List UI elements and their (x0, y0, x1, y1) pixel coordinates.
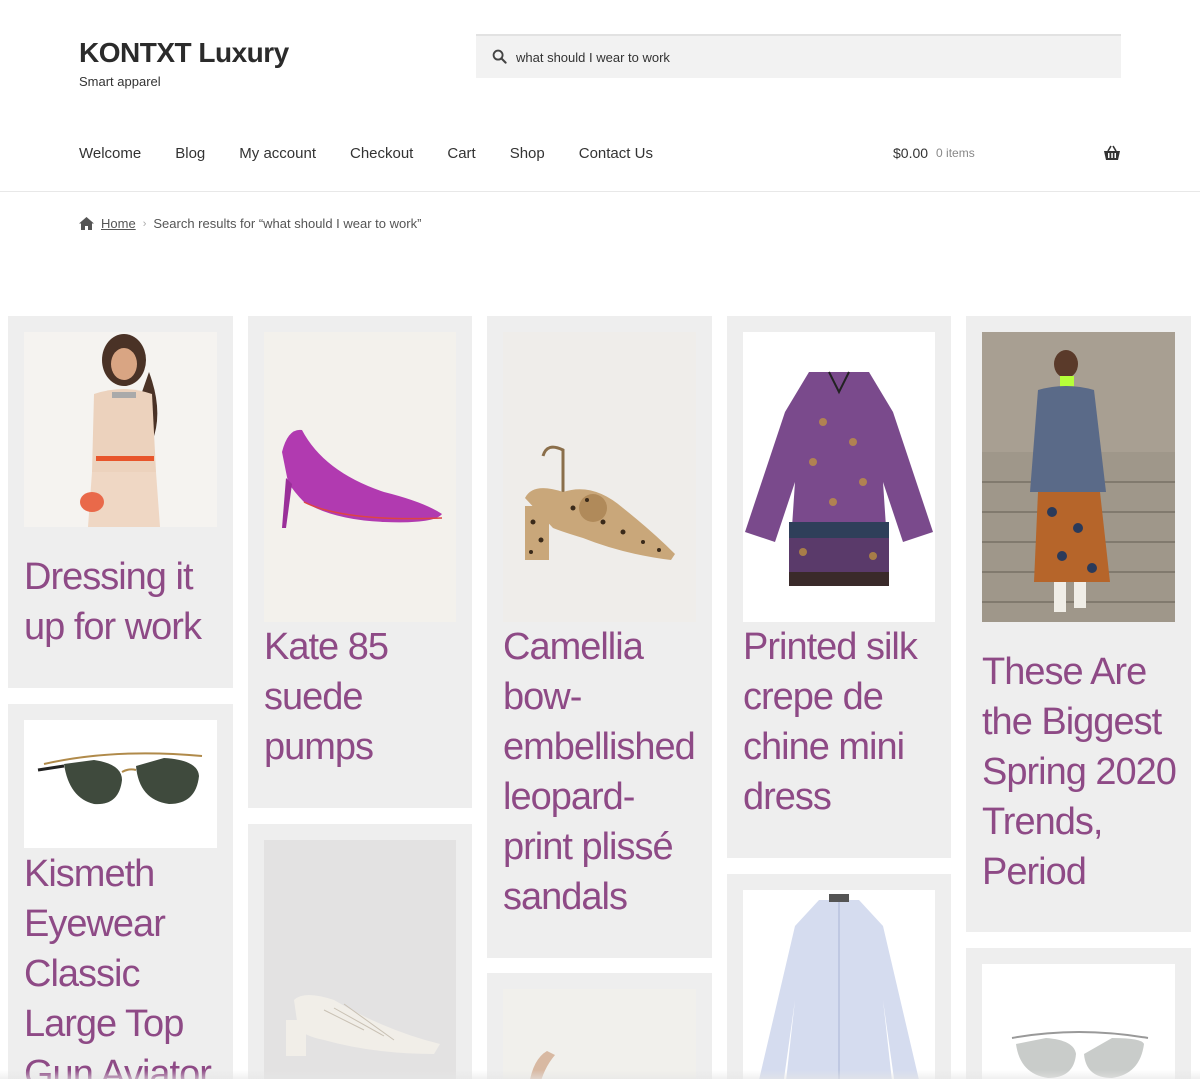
result-image-aviator-sunglasses[interactable] (24, 720, 217, 848)
result-image-purple-printed-dress[interactable] (743, 332, 935, 622)
primary-nav: Welcome Blog My account Checkout Cart Sh… (79, 145, 687, 162)
result-title[interactable]: Printed silk crepe de chine mini dress (743, 622, 943, 822)
result-image-street-style-woman-blazer[interactable] (982, 332, 1175, 622)
result-image-leopard-print-sandal[interactable] (503, 332, 696, 622)
result-image-light-blue-shirt-dress[interactable] (743, 890, 935, 1079)
search-input[interactable] (516, 49, 1076, 65)
result-title[interactable]: Kate 85 suede pumps (264, 622, 464, 772)
result-card[interactable]: Printed silk crepe de chine mini dress (727, 316, 951, 858)
nav-item-shop[interactable]: Shop (510, 145, 545, 162)
nav-item-checkout[interactable]: Checkout (350, 145, 413, 162)
result-card[interactable]: Camellia bow-embellished leopard-print p… (487, 316, 712, 958)
cart-count[interactable]: 0 items (936, 146, 975, 160)
result-image-woman-in-beige-shirt-dress[interactable] (24, 332, 217, 527)
breadcrumb: Home › Search results for “what should I… (79, 216, 421, 231)
cart-amount[interactable]: $0.00 (893, 145, 928, 161)
result-image-magenta-suede-pump[interactable] (264, 332, 456, 622)
result-image-nude-sandal[interactable] (503, 989, 696, 1079)
nav-item-cart[interactable]: Cart (447, 145, 475, 162)
result-card[interactable]: Kismeth Eyewear Classic Large Top Gun Av… (8, 704, 233, 1079)
result-image-white-woven-block-heel[interactable] (264, 840, 456, 1079)
result-card[interactable]: Dressing it up for work (8, 316, 233, 688)
result-card[interactable] (248, 824, 472, 1079)
nav-item-my-account[interactable]: My account (239, 145, 316, 162)
nav-item-welcome[interactable]: Welcome (79, 145, 141, 162)
nav-item-blog[interactable]: Blog (175, 145, 205, 162)
site-branding: KONTXT Luxury Smart apparel (79, 36, 289, 89)
home-icon (79, 217, 94, 230)
header-cart[interactable]: $0.00 0 items (893, 145, 1121, 161)
search-icon (492, 49, 508, 65)
basket-icon[interactable] (1103, 145, 1121, 163)
result-title[interactable]: These Are the Biggest Spring 2020 Trends… (982, 647, 1182, 897)
result-title[interactable]: Kismeth Eyewear Classic Large Top Gun Av… (24, 849, 224, 1079)
search-box[interactable] (476, 34, 1121, 78)
result-title[interactable]: Dressing it up for work (24, 552, 224, 652)
site-title[interactable]: KONTXT Luxury (79, 36, 289, 70)
breadcrumb-separator-icon: › (142, 217, 147, 230)
result-card[interactable] (727, 874, 951, 1079)
result-card[interactable] (487, 973, 712, 1079)
result-image-silver-aviator-sunglasses[interactable] (982, 964, 1175, 1079)
scroll-fade (0, 1070, 1200, 1079)
breadcrumb-home-link[interactable]: Home (101, 216, 136, 231)
header-divider (0, 191, 1200, 192)
result-card[interactable]: Kate 85 suede pumps (248, 316, 472, 808)
nav-item-contact-us[interactable]: Contact Us (579, 145, 653, 162)
site-description: Smart apparel (79, 74, 161, 89)
breadcrumb-current: Search results for “what should I wear t… (153, 216, 422, 231)
result-card[interactable] (966, 948, 1191, 1079)
result-card[interactable]: These Are the Biggest Spring 2020 Trends… (966, 316, 1191, 932)
result-title[interactable]: Camellia bow-embellished leopard-print p… (503, 622, 703, 922)
